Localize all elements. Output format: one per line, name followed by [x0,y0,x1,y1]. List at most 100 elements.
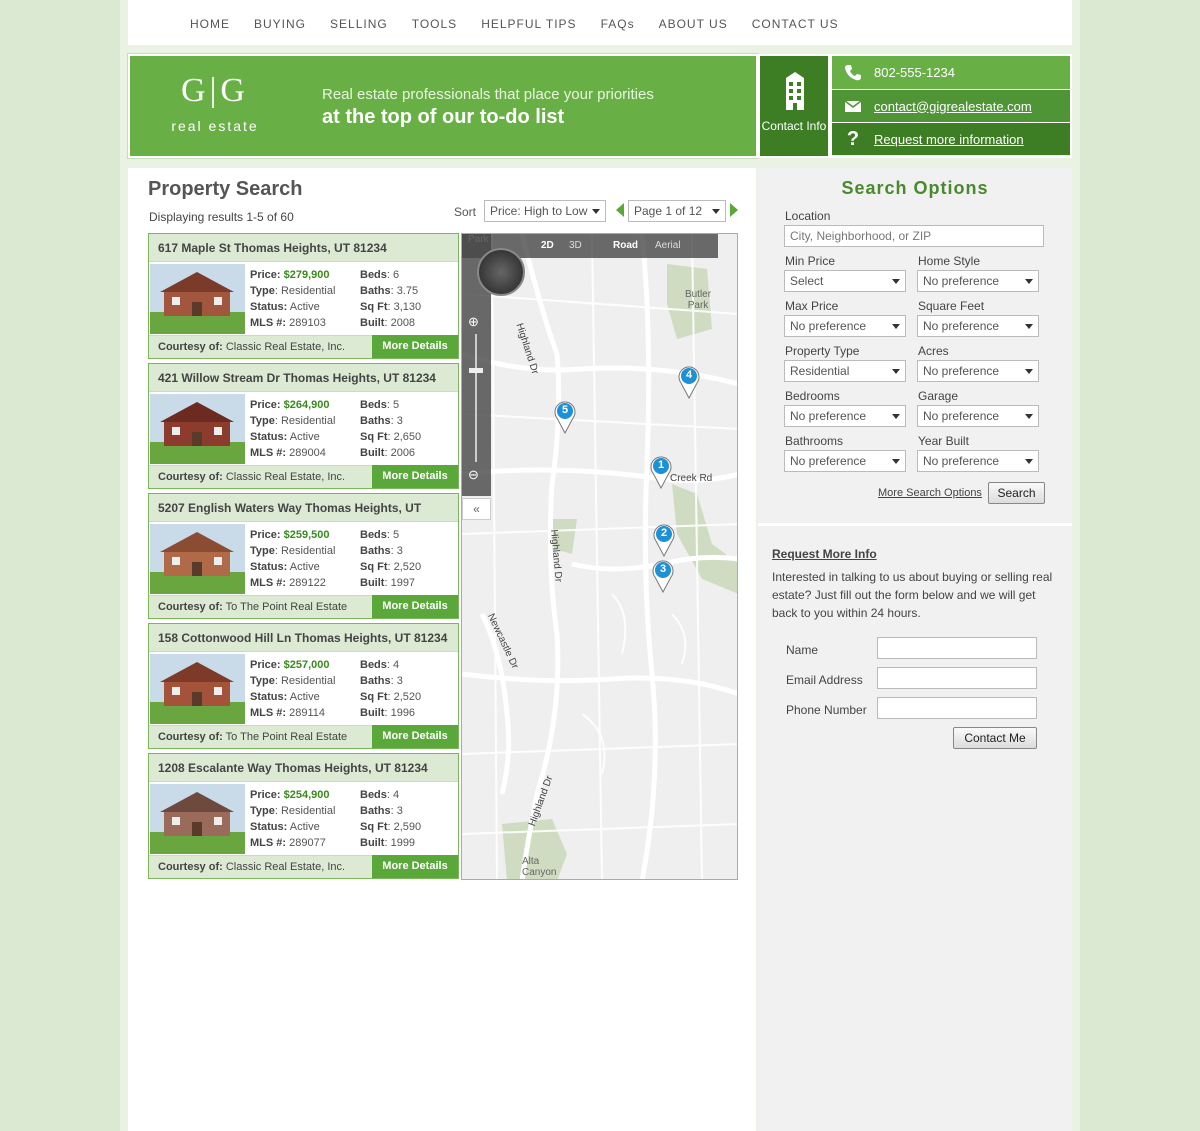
map-3d-button[interactable]: 3D [569,240,582,251]
max-price-select[interactable]: No preference [784,315,906,337]
listing-address[interactable]: 5207 English Waters Way Thomas Heights, … [149,494,458,522]
zoom-out-icon[interactable]: ⊖ [468,467,479,483]
acres-select[interactable]: No preference [917,360,1039,382]
listing-photo[interactable] [150,654,245,724]
phone-input[interactable] [877,697,1037,719]
listing-details-left: Price: $264,900 Type: Residential Status… [250,399,336,459]
listing-courtesy: To The Point Real Estate [225,731,348,743]
map-road-button[interactable]: Road [613,240,638,251]
sidebar: Search Options Location City, Neighborho… [758,168,1072,1131]
map-canvas[interactable] [462,234,738,880]
sort-label: Sort [454,205,477,219]
name-input[interactable] [877,637,1037,659]
nav-helpful-tips[interactable]: HELPFUL TIPS [481,17,576,31]
contact-info-button[interactable]: Contact Info [758,54,830,158]
more-details-button[interactable]: More Details [372,335,458,358]
home-style-select[interactable]: No preference [917,270,1039,292]
listing-address[interactable]: 1208 Escalante Way Thomas Heights, UT 81… [149,754,458,782]
min-price-label: Min Price [785,254,836,268]
more-details-button[interactable]: More Details [372,465,458,488]
envelope-icon [844,100,862,112]
more-search-options-link[interactable]: More Search Options [878,487,982,499]
sidebar-divider [758,523,1072,526]
property-type-select[interactable]: Residential [784,360,906,382]
more-details-button[interactable]: More Details [372,725,458,748]
bedrooms-select[interactable]: No preference [784,405,906,427]
email-input[interactable] [877,667,1037,689]
garage-select[interactable]: No preference [917,405,1039,427]
listing-details-left: Price: $254,900 Type: Residential Status… [250,789,336,849]
listing-card[interactable]: 158 Cottonwood Hill Ln Thomas Heights, U… [148,623,459,749]
page-select[interactable]: Page 1 of 12 [628,200,726,222]
more-details-button[interactable]: More Details [372,595,458,618]
map-2d-button[interactable]: 2D [541,240,554,251]
nav-buying[interactable]: BUYING [254,17,306,31]
listing-mls: 289004 [289,447,326,459]
request-info-link[interactable]: Request more information [874,132,1024,147]
map-marker-4[interactable]: 4 [678,365,700,400]
map-aerial-button[interactable]: Aerial [655,240,681,251]
listing-photo[interactable] [150,784,245,854]
name-label: Name [786,643,819,657]
prev-page-arrow[interactable] [616,203,624,217]
listing-type: Residential [280,805,336,817]
phone-icon [845,64,861,80]
map-pan-control[interactable] [477,248,525,296]
nav-about-us[interactable]: ABOUT US [659,17,728,31]
map-marker-5[interactable]: 5 [554,400,576,435]
location-label: Location [785,209,831,223]
listing-photo[interactable] [150,394,245,464]
square-feet-select[interactable]: No preference [917,315,1039,337]
question-icon: ? [846,128,860,150]
listing-address[interactable]: 158 Cottonwood Hill Ln Thomas Heights, U… [149,624,458,652]
property-type-label: Property Type [785,344,860,358]
listing-details-right: Beds: 6 Baths: 3.75 Sq Ft: 3,130 Built: … [360,269,422,329]
listing-card[interactable]: 5207 English Waters Way Thomas Heights, … [148,493,459,619]
listing-card[interactable]: 421 Willow Stream Dr Thomas Heights, UT … [148,363,459,489]
contact-rows: 802-555-1234 contact@gigrealestate.com ?… [830,54,1072,158]
garage-label: Garage [918,389,959,403]
logo[interactable]: G|G real estate [170,70,260,146]
listing-type: Residential [280,545,336,557]
listing-card[interactable]: 617 Maple St Thomas Heights, UT 81234 Pr… [148,233,459,359]
listing-price: $264,900 [283,399,330,411]
listing-price: $254,900 [283,789,330,801]
search-button[interactable]: Search [988,482,1045,504]
year-built-select[interactable]: No preference [917,450,1039,472]
zoom-in-icon[interactable]: ⊕ [468,314,479,330]
bathrooms-select[interactable]: No preference [784,450,906,472]
nav-selling[interactable]: SELLING [330,17,388,31]
listing-address[interactable]: 421 Willow Stream Dr Thomas Heights, UT … [149,364,458,392]
next-page-arrow[interactable] [730,203,738,217]
listing-built: 2008 [390,317,416,329]
more-details-button[interactable]: More Details [372,855,458,878]
location-input[interactable]: City, Neighborhood, or ZIP [784,225,1044,247]
map-marker-1[interactable]: 1 [650,455,672,490]
listing-sqft: 2,520 [393,561,422,573]
map-marker-number: 2 [660,527,668,539]
listing-built: 1999 [390,837,416,849]
map[interactable]: 2D 3D Road Aerial ⊕ ⊖ « Park Butler Park… [461,233,738,880]
contact-me-button[interactable]: Contact Me [953,727,1037,749]
listing-address[interactable]: 617 Maple St Thomas Heights, UT 81234 [149,234,458,262]
nav-faqs[interactable]: FAQs [601,17,635,31]
map-marker-3[interactable]: 3 [652,559,674,594]
min-price-select[interactable]: Select [784,270,906,292]
zoom-handle[interactable] [469,368,483,373]
email-row: contact@gigrealestate.com [832,89,1070,122]
nav-contact-us[interactable]: CONTACT US [752,17,839,31]
listing-photo[interactable] [150,264,245,334]
sort-select[interactable]: Price: High to Low [484,200,606,222]
listing-list: 617 Maple St Thomas Heights, UT 81234 Pr… [148,233,459,883]
listing-sqft: 2,520 [393,691,422,703]
tagline-line-1: Real estate professionals that place you… [322,86,654,103]
listing-photo[interactable] [150,524,245,594]
collapse-icon[interactable]: « [462,498,491,520]
listing-card[interactable]: 1208 Escalante Way Thomas Heights, UT 81… [148,753,459,879]
listing-footer: Courtesy of: Classic Real Estate, Inc. M… [149,465,458,488]
nav-tools[interactable]: TOOLS [412,17,457,31]
email-link[interactable]: contact@gigrealestate.com [874,99,1032,114]
zoom-slider[interactable] [475,334,477,462]
map-marker-2[interactable]: 2 [653,523,675,558]
nav-home[interactable]: HOME [190,17,230,31]
